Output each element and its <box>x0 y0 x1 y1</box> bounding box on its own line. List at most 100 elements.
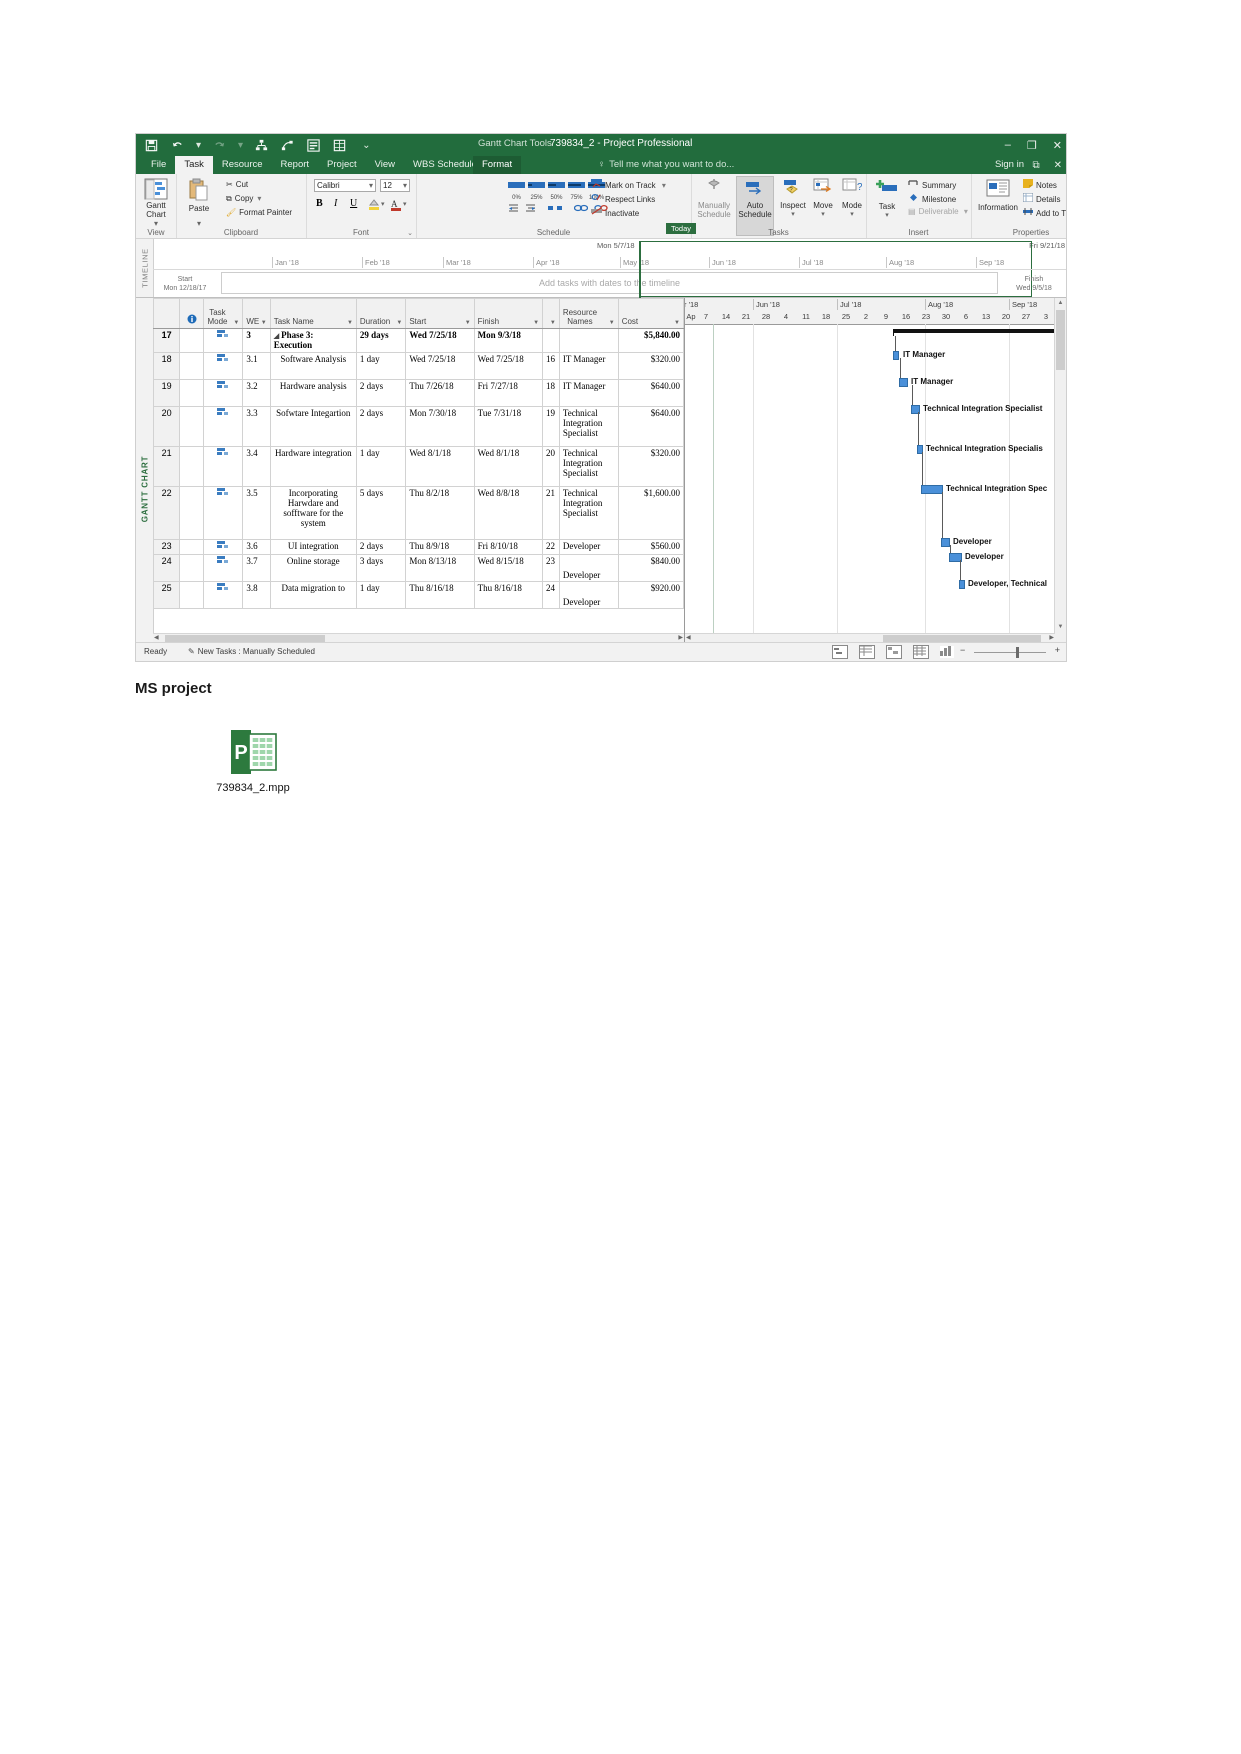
gantt-chart-pane[interactable]: r '18 Jun '18 Jul '18 Aug '18 Sep '18 Ap… <box>685 298 1066 645</box>
project-file-icon[interactable]: P <box>227 728 279 776</box>
row-task-name[interactable]: Hardware analysis <box>269 379 357 407</box>
row-finish[interactable]: Fri 8/10/18 <box>473 539 544 555</box>
row-indicator[interactable] <box>179 539 205 555</box>
chevron-down-icon[interactable]: ▼ <box>396 320 402 326</box>
row-finish[interactable]: Fri 7/27/18 <box>473 379 544 407</box>
row-wbs[interactable]: 3.5 <box>242 486 271 540</box>
row-task-name[interactable]: Sofwtare Integartion <box>269 406 357 447</box>
customize-qat-icon[interactable]: ⌄ <box>362 140 370 151</box>
task-table-body[interactable]: 17 3 ◢ Phase 3: Execution 29 days Wed 7/2… <box>153 328 684 609</box>
reports-view-icon[interactable] <box>940 646 954 658</box>
gantt-summary-bar[interactable] <box>893 329 1061 333</box>
pct-25-button[interactable]: 25% <box>528 178 545 201</box>
pct-75-button[interactable]: 75% <box>568 178 585 201</box>
row-resources[interactable]: Developer <box>558 539 619 555</box>
view-shortcut-buttons[interactable] <box>832 645 954 659</box>
zoom-in-button[interactable]: + <box>1055 645 1060 655</box>
row-cost[interactable]: $840.00 <box>617 554 684 582</box>
row-indicator[interactable] <box>179 352 205 380</box>
row-resources[interactable]: Technical Integration Specialist <box>558 406 619 447</box>
row-id[interactable]: 19 <box>153 379 181 407</box>
row-wbs[interactable]: 3.8 <box>242 581 271 609</box>
scroll-right-icon[interactable]: ▶ <box>1049 634 1054 641</box>
minimize-button[interactable]: – <box>1005 139 1011 151</box>
row-resources[interactable]: IT Manager <box>558 352 619 380</box>
row-duration[interactable]: 1 day <box>355 446 407 487</box>
row-task-name[interactable]: UI integration <box>269 539 357 555</box>
report-icon[interactable] <box>306 138 321 153</box>
row-duration[interactable]: 1 day <box>355 581 407 609</box>
chevron-down-icon[interactable]: ▼ <box>674 320 680 326</box>
restore-button[interactable]: ❐ <box>1027 139 1037 152</box>
font-color-button[interactable]: A <box>390 198 402 216</box>
gantt-vscroll-thumb[interactable] <box>1056 310 1065 370</box>
window-controls[interactable]: – ❐ ✕ <box>1005 134 1062 156</box>
gantt-chart-view-icon[interactable] <box>832 645 848 659</box>
resource-sheet-view-icon[interactable] <box>913 645 929 659</box>
bold-button[interactable]: B <box>316 198 323 209</box>
contextual-tab-group[interactable]: Format <box>473 156 522 174</box>
row-id[interactable]: 18 <box>153 352 181 380</box>
row-finish[interactable]: Wed 8/15/18 <box>473 554 544 582</box>
gantt-chart-icon[interactable] <box>144 178 168 200</box>
auto-schedule-button[interactable]: Auto Schedule <box>736 176 774 236</box>
table-row[interactable]: 22 3.5 Incorporating Harwdare and sofftw… <box>153 486 684 540</box>
copy-dropdown-icon[interactable]: ▾ <box>257 194 261 203</box>
timeline-body[interactable]: Start Mon 12/18/17 Finish Wed 9/5/18 Add… <box>153 269 1066 297</box>
close-button[interactable]: ✕ <box>1053 139 1062 152</box>
paste-icon[interactable] <box>188 178 210 202</box>
font-size-dropdown-icon[interactable]: ▾ <box>403 181 407 190</box>
ribbon-tabs[interactable]: File Task Resource Report Project View W… <box>142 156 503 174</box>
row-duration[interactable]: 2 days <box>355 539 407 555</box>
tab-view[interactable]: View <box>366 156 404 174</box>
col-start[interactable]: Start ▼ <box>405 298 475 329</box>
row-cost[interactable]: $640.00 <box>617 379 684 407</box>
row-indicator[interactable] <box>179 379 205 407</box>
row-task-name[interactable]: Hardware integration <box>269 446 357 487</box>
row-cost[interactable]: $1,600.00 <box>617 486 684 540</box>
tab-file[interactable]: File <box>142 156 175 174</box>
gantt-bar[interactable] <box>959 580 965 589</box>
chevron-down-icon[interactable]: ▼ <box>465 320 471 326</box>
row-id[interactable]: 22 <box>153 486 181 540</box>
format-painter-button[interactable]: 🖌 Format Painter <box>226 208 292 217</box>
row-finish[interactable]: Thu 8/16/18 <box>473 581 544 609</box>
row-duration[interactable]: 3 days <box>355 554 407 582</box>
link-tasks-icon[interactable] <box>254 138 269 153</box>
row-finish[interactable]: Wed 7/25/18 <box>473 352 544 380</box>
row-start[interactable]: Thu 8/9/18 <box>405 539 475 555</box>
gantt-vscrollbar[interactable]: ▲ ▼ <box>1054 298 1066 645</box>
zoom-out-button[interactable]: − <box>960 645 965 655</box>
row-cost[interactable]: $320.00 <box>617 352 684 380</box>
row-wbs[interactable]: 3.3 <box>242 406 271 447</box>
table-row[interactable]: 18 3.1 Software Analysis 1 day Wed 7/25/… <box>153 352 684 380</box>
paste-dropdown-icon[interactable]: ▾ <box>180 219 218 228</box>
inactivate-button[interactable]: Inactivate <box>591 207 639 218</box>
row-start[interactable]: Wed 8/1/18 <box>405 446 475 487</box>
mode-button[interactable]: ? Mode ▾ <box>837 178 867 218</box>
col-task-name[interactable]: Task Name ▼ <box>269 298 357 329</box>
row-cost[interactable]: $920.00 <box>617 581 684 609</box>
row-wbs[interactable]: 3.7 <box>242 554 271 582</box>
scroll-left-icon[interactable]: ◀ <box>154 634 159 641</box>
gantt-side-tab[interactable]: GANTT CHART <box>136 298 154 645</box>
row-wbs[interactable]: 3.2 <box>242 379 271 407</box>
row-task-mode[interactable] <box>203 539 244 555</box>
row-duration[interactable]: 2 days <box>355 379 407 407</box>
table-row[interactable]: 20 3.3 Sofwtare Integartion 2 days Mon 7… <box>153 406 684 447</box>
row-task-mode[interactable] <box>203 328 244 353</box>
row-predecessor[interactable]: 20 <box>542 446 560 487</box>
team-planner-view-icon[interactable] <box>886 645 902 659</box>
row-finish[interactable]: Mon 9/3/18 <box>473 328 544 353</box>
row-resources[interactable]: Technical Integration Specialist <box>558 446 619 487</box>
font-name-dropdown-icon[interactable]: ▾ <box>369 181 373 190</box>
row-wbs[interactable]: 3 <box>242 328 271 353</box>
row-finish[interactable]: Wed 8/1/18 <box>473 446 544 487</box>
table-row[interactable]: 24 3.7 Online storage 3 days Mon 8/13/18… <box>153 554 684 582</box>
inspect-dropdown-icon[interactable]: ▾ <box>777 210 809 218</box>
move-dropdown-icon[interactable]: ▾ <box>808 210 838 218</box>
chevron-down-icon[interactable]: ▼ <box>261 320 267 326</box>
col-indicators[interactable] <box>179 298 205 329</box>
col-finish[interactable]: Finish ▼ <box>473 298 544 329</box>
row-cost[interactable]: $640.00 <box>617 406 684 447</box>
